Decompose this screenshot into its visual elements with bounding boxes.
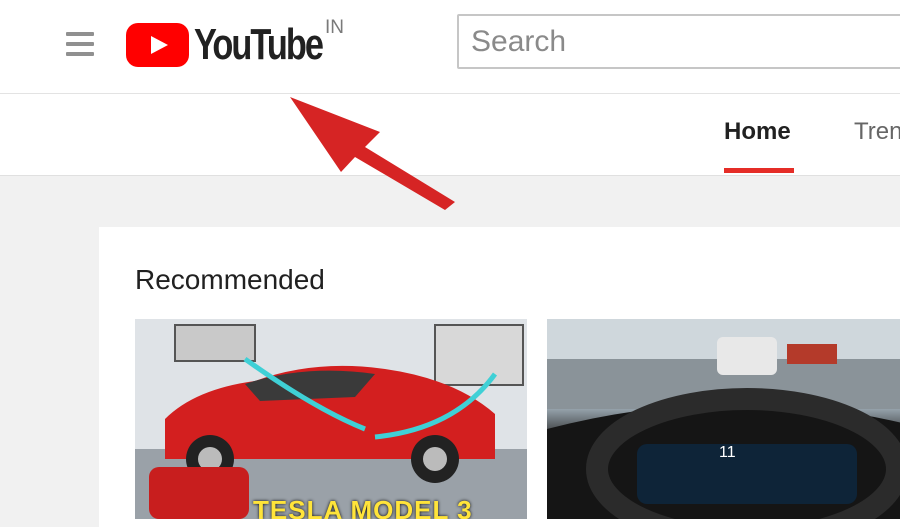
section-title: Recommended — [135, 264, 325, 295]
youtube-play-icon — [126, 23, 189, 67]
recommended-section: Recommended TESLA MODEL 3 11 — [99, 227, 900, 527]
youtube-logo[interactable]: YouTube IN — [126, 17, 358, 70]
thumbnail-1-text: TESLA MODEL 3 — [253, 495, 473, 519]
region-code: IN — [325, 17, 344, 38]
logo-wordmark: YouTube — [194, 20, 324, 69]
video-thumbnail-2[interactable]: 11 — [547, 319, 900, 519]
dashboard-speed: 11 — [719, 444, 736, 461]
search-input[interactable] — [459, 16, 900, 67]
tab-trending[interactable]: Tren — [854, 118, 900, 146]
tab-home[interactable]: Home — [724, 118, 791, 146]
search-box[interactable] — [457, 14, 900, 69]
thumbnail-2-illustration — [547, 319, 900, 519]
hamburger-menu-icon[interactable] — [66, 32, 94, 56]
video-thumbnail-1[interactable]: TESLA MODEL 3 — [135, 319, 527, 519]
masthead: YouTube IN — [0, 0, 900, 94]
active-tab-indicator — [724, 168, 794, 173]
thumbnail-1-illustration — [135, 319, 527, 519]
annotation-arrow — [290, 97, 455, 210]
